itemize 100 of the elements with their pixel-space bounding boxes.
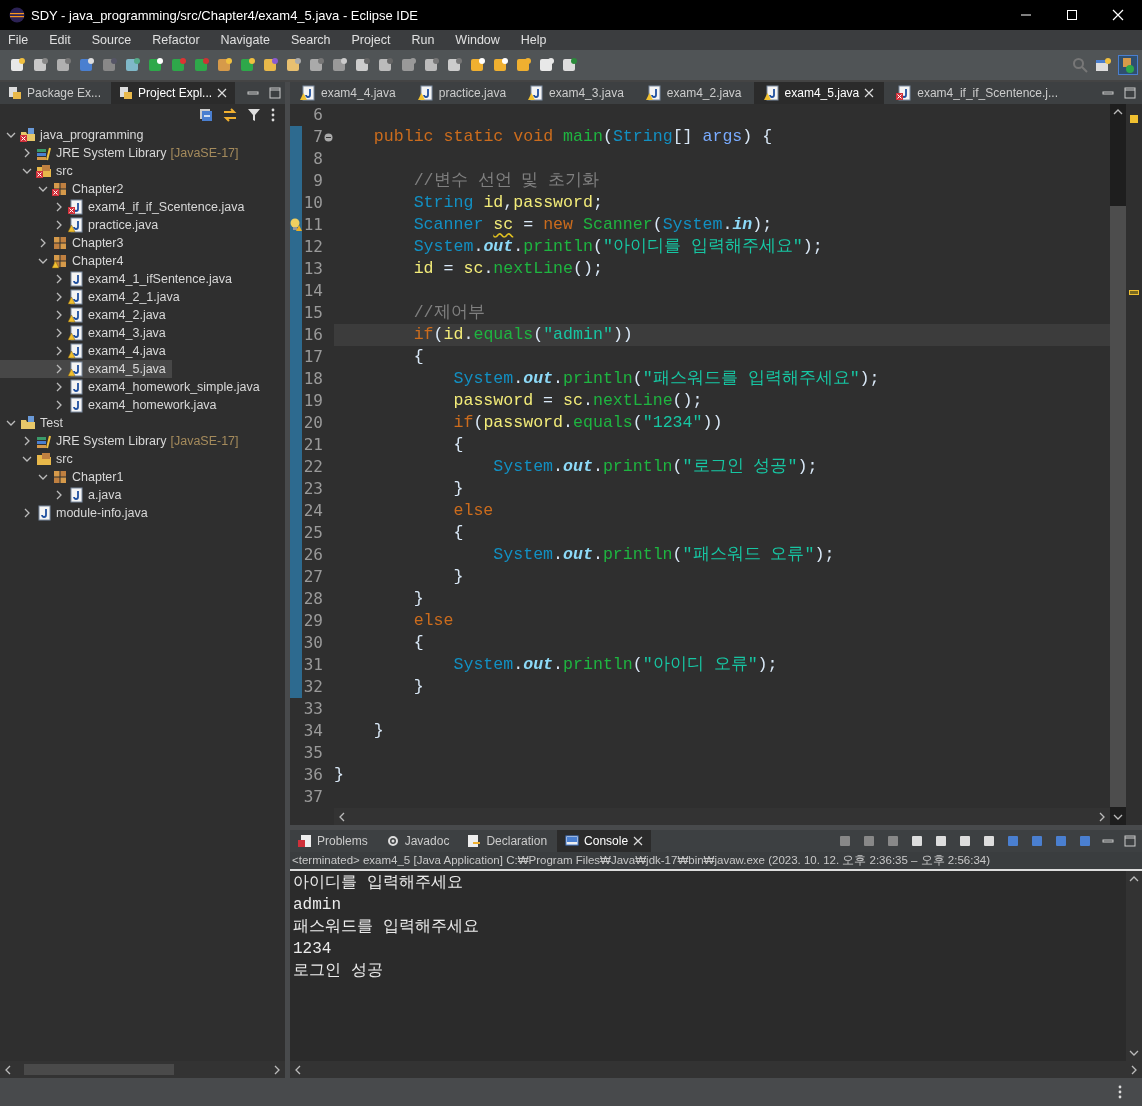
- menu-item[interactable]: Help: [520, 33, 547, 47]
- view-tab[interactable]: Package Ex...: [0, 82, 110, 104]
- vertical-scrollbar[interactable]: [1126, 871, 1142, 1061]
- horizontal-scrollbar[interactable]: [290, 1061, 1142, 1078]
- line-number: 27: [302, 566, 323, 588]
- scroll-left-icon[interactable]: [338, 811, 346, 822]
- scroll-right-icon[interactable]: [273, 1064, 281, 1075]
- menu-item[interactable]: Search: [290, 33, 331, 47]
- editor-tab[interactable]: exam4_3.java: [518, 82, 634, 104]
- line-number: 25: [302, 522, 323, 544]
- chevron-icon[interactable]: [54, 310, 64, 320]
- editor-tab[interactable]: exam4_4.java: [290, 82, 406, 104]
- view-tab[interactable]: Project Expl...: [111, 82, 236, 104]
- chevron-icon[interactable]: [54, 346, 64, 356]
- chevron-icon[interactable]: [38, 238, 48, 248]
- menu-item[interactable]: Run: [411, 33, 435, 47]
- close-icon[interactable]: [217, 88, 228, 98]
- tree-item[interactable]: practice.java: [0, 216, 165, 234]
- tree-item[interactable]: exam4_2_1.java: [0, 288, 186, 306]
- scroll-down-icon[interactable]: [1113, 813, 1123, 821]
- tree-item[interactable]: exam4_if_if_Scentence.java: [0, 198, 251, 216]
- view-tab[interactable]: Javadoc: [377, 830, 458, 852]
- chevron-icon[interactable]: [22, 148, 32, 158]
- tree-item[interactable]: Chapter3: [0, 234, 130, 252]
- line-number: 20: [302, 412, 323, 434]
- chevron-icon[interactable]: [6, 418, 16, 428]
- close-icon[interactable]: [633, 836, 644, 846]
- tree-item[interactable]: src: [0, 450, 79, 468]
- chevron-icon[interactable]: [22, 508, 32, 518]
- editor-tab[interactable]: exam4_2.java: [635, 82, 752, 104]
- chevron-icon[interactable]: [54, 400, 64, 410]
- vertical-scrollbar[interactable]: [1110, 104, 1126, 825]
- filter-icon[interactable]: [247, 108, 261, 122]
- status-menu-icon[interactable]: [1118, 1085, 1122, 1099]
- tree-item[interactable]: exam4_4.java: [0, 342, 172, 360]
- tree-item[interactable]: exam4_3.java: [0, 324, 172, 342]
- chevron-icon[interactable]: [38, 472, 48, 482]
- chevron-icon[interactable]: [54, 292, 64, 302]
- window-title: SDY - java_programming/src/Chapter4/exam4_5.java - Eclipse IDE: [31, 7, 419, 23]
- editor-tab[interactable]: exam4_if_if_Scentence.j...: [886, 82, 1068, 104]
- scroll-down-icon[interactable]: [1129, 1049, 1139, 1057]
- chevron-icon[interactable]: [22, 166, 32, 176]
- tree-label: practice.java: [88, 218, 159, 232]
- open-perspective-icon[interactable]: [1095, 57, 1111, 73]
- chevron-icon[interactable]: [54, 382, 64, 392]
- tree-item[interactable]: JRE System Library [JavaSE-17]: [0, 144, 245, 162]
- editor-tab[interactable]: exam4_5.java: [753, 82, 885, 104]
- scroll-left-icon[interactable]: [4, 1064, 12, 1075]
- line-number: 28: [302, 588, 323, 610]
- tree-item[interactable]: module-info.java: [0, 504, 154, 522]
- horizontal-scrollbar[interactable]: [0, 1061, 285, 1078]
- tree-item[interactable]: exam4_2.java: [0, 306, 172, 324]
- scroll-up-icon[interactable]: [1129, 875, 1139, 883]
- close-icon[interactable]: [864, 88, 875, 98]
- editor-tab[interactable]: practice.java: [407, 82, 517, 104]
- tree-item[interactable]: Test: [0, 414, 69, 432]
- view-tab[interactable]: Console: [557, 830, 652, 852]
- chevron-icon[interactable]: [54, 364, 64, 374]
- chevron-icon[interactable]: [38, 184, 48, 194]
- chevron-icon[interactable]: [38, 256, 48, 266]
- chevron-icon[interactable]: [54, 490, 64, 500]
- tree-item[interactable]: java_programming: [0, 126, 150, 144]
- chevron-icon[interactable]: [22, 454, 32, 464]
- java-perspective-icon[interactable]: [1118, 55, 1138, 75]
- menu-item[interactable]: Navigate: [220, 33, 270, 47]
- tree-item[interactable]: exam4_5.java: [0, 360, 172, 378]
- menu-item[interactable]: Project: [351, 33, 391, 47]
- menu-item[interactable]: Source: [91, 33, 132, 47]
- chevron-icon[interactable]: [54, 202, 64, 212]
- warning-lightbulb-icon[interactable]: [290, 218, 302, 232]
- fold-icon[interactable]: [324, 132, 333, 142]
- horizontal-scrollbar[interactable]: [334, 808, 1110, 825]
- chevron-icon[interactable]: [54, 220, 64, 230]
- menu-item[interactable]: File: [8, 33, 29, 47]
- chevron-icon[interactable]: [54, 274, 64, 284]
- view-tab[interactable]: Declaration: [459, 830, 556, 852]
- view-menu-icon[interactable]: [271, 108, 275, 122]
- scroll-left-icon[interactable]: [294, 1064, 302, 1075]
- tree-item[interactable]: JRE System Library [JavaSE-17]: [0, 432, 245, 450]
- link-editor-icon[interactable]: [223, 108, 237, 122]
- view-tab[interactable]: Problems: [290, 830, 376, 852]
- collapse-all-icon[interactable]: [199, 108, 213, 122]
- tree-item[interactable]: exam4_1_ifSentence.java: [0, 270, 238, 288]
- console-output: 1234: [292, 939, 333, 960]
- tree-item[interactable]: exam4_homework_simple.java: [0, 378, 266, 396]
- menu-item[interactable]: Refactor: [152, 33, 200, 47]
- chevron-icon[interactable]: [6, 130, 16, 140]
- scroll-right-icon[interactable]: [1098, 811, 1106, 822]
- tree-item[interactable]: Chapter2: [0, 180, 130, 198]
- tree-item[interactable]: Chapter1: [0, 468, 130, 486]
- tree-item[interactable]: exam4_homework.java: [0, 396, 223, 414]
- menu-item[interactable]: Window: [455, 33, 500, 47]
- chevron-icon[interactable]: [54, 328, 64, 338]
- tree-item[interactable]: a.java: [0, 486, 128, 504]
- chevron-icon[interactable]: [22, 436, 32, 446]
- tree-item[interactable]: Chapter4: [0, 252, 130, 270]
- scroll-right-icon[interactable]: [1130, 1064, 1138, 1075]
- menu-item[interactable]: Edit: [49, 33, 71, 47]
- tree-item[interactable]: src: [0, 162, 79, 180]
- scroll-up-icon[interactable]: [1113, 108, 1123, 116]
